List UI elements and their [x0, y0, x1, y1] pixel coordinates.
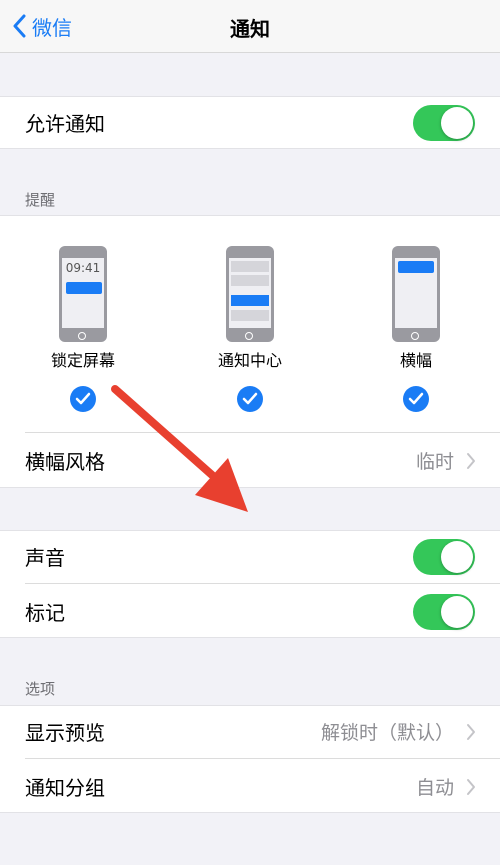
- allow-notifications-group: 允许通知: [0, 96, 500, 149]
- notification-grouping-row[interactable]: 通知分组 自动: [0, 760, 500, 813]
- options-group: 显示预览 解锁时（默认） 通知分组 自动: [0, 705, 500, 813]
- checkmark-icon: [242, 392, 258, 405]
- sound-badges-group: 声音 标记: [0, 530, 500, 638]
- options-section-header: 选项: [25, 680, 56, 698]
- notification-grouping-label: 通知分组: [25, 776, 105, 800]
- page-title: 通知: [230, 17, 270, 41]
- banners-illustration[interactable]: [392, 246, 440, 342]
- show-previews-row[interactable]: 显示预览 解锁时（默认）: [0, 705, 500, 758]
- banner-style-row[interactable]: 横幅风格 临时: [0, 434, 500, 487]
- sound-row: 声音: [0, 530, 500, 583]
- show-previews-value: 解锁时（默认）: [320, 722, 454, 744]
- notification-grouping-value: 自动: [415, 777, 454, 799]
- chevron-right-icon: [467, 723, 475, 740]
- show-previews-label: 显示预览: [25, 721, 105, 745]
- alerts-group: 09:41 锁定屏幕 通知中心 横幅 横幅风格 临时: [0, 215, 500, 488]
- notification-center-checkbox[interactable]: [237, 386, 263, 412]
- banners-caption: 横幅: [399, 351, 432, 370]
- lock-screen-illustration[interactable]: 09:41: [59, 246, 107, 342]
- lock-screen-caption: 锁定屏幕: [50, 351, 115, 370]
- checkmark-icon: [408, 392, 424, 405]
- checkmark-icon: [75, 392, 91, 405]
- badges-row: 标记: [0, 585, 500, 638]
- badges-toggle[interactable]: [413, 593, 475, 630]
- chevron-right-icon: [467, 778, 475, 795]
- lock-screen-checkbox[interactable]: [70, 386, 96, 412]
- banner-style-label: 横幅风格: [25, 450, 105, 474]
- lock-screen-time: 09:41: [65, 261, 101, 275]
- alerts-section-header: 提醒: [25, 191, 56, 209]
- navigation-bar: 微信 通知: [0, 0, 500, 53]
- banner-style-value: 临时: [415, 451, 454, 473]
- allow-notifications-row: 允许通知: [0, 96, 500, 149]
- notification-center-caption: 通知中心: [217, 351, 282, 370]
- banners-checkbox[interactable]: [403, 386, 429, 412]
- notification-center-illustration[interactable]: [226, 246, 274, 342]
- chevron-right-icon: [467, 452, 475, 469]
- allow-notifications-toggle[interactable]: [413, 104, 475, 141]
- sound-toggle[interactable]: [413, 538, 475, 575]
